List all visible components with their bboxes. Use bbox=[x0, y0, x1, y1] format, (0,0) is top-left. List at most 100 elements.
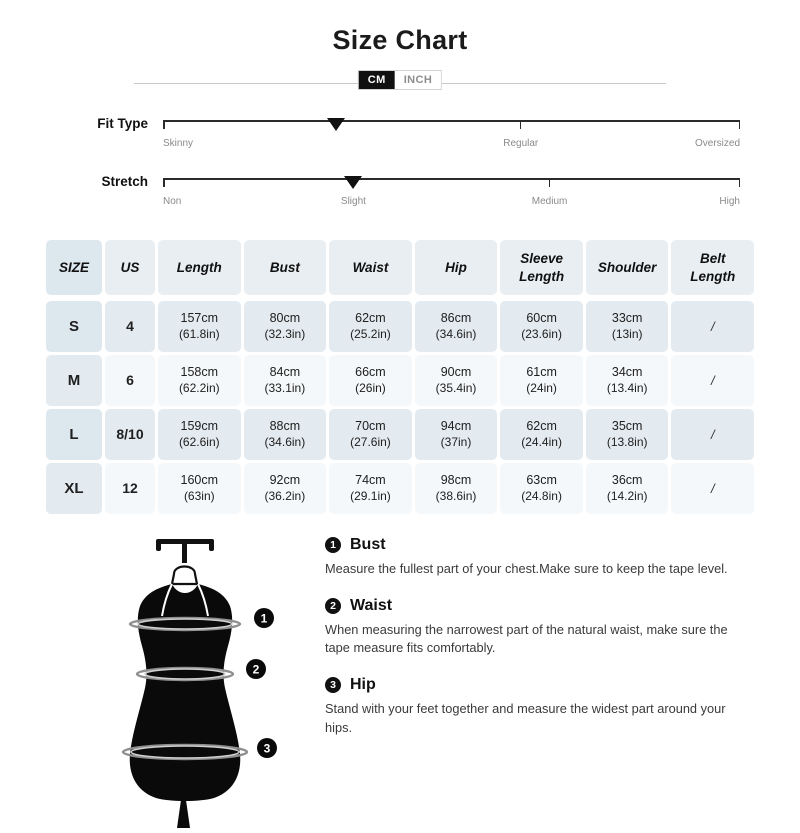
slider-thumb[interactable] bbox=[344, 176, 363, 189]
table-cell-measure: / bbox=[671, 301, 755, 352]
table-header-cell: Bust bbox=[243, 240, 327, 295]
dress-form-icon: 1 2 3 bbox=[121, 539, 277, 828]
slider-tick bbox=[738, 178, 740, 187]
slider-tick bbox=[163, 178, 165, 187]
table-header-cell: Length bbox=[158, 240, 241, 295]
table-cell-measure: / bbox=[671, 355, 755, 406]
slider-thumb[interactable] bbox=[327, 118, 346, 131]
table-cell-measure: 35cm (13.8in) bbox=[585, 409, 669, 460]
size-table: SIZE US Length Bust Waist Hip Sleeve Length Shou… bbox=[46, 240, 755, 514]
table-cell-measure: 98cm (38.6in) bbox=[414, 463, 498, 514]
slider-caption: Slight bbox=[340, 196, 366, 207]
mannequin-marker-3: 3 bbox=[257, 738, 277, 758]
table-cell-measure: 158cm (62.2in) bbox=[158, 355, 241, 406]
table-cell-measure: 70cm (27.6in) bbox=[329, 409, 412, 460]
table-cell-us: 8/10 bbox=[105, 409, 155, 460]
instruction-title: Hip bbox=[350, 676, 376, 694]
table-body: S 4 157cm (61.8in) 80cm (32.3in) 62cm (25.2in) 8… bbox=[46, 298, 755, 514]
table-cell-measure: 33cm (13in) bbox=[585, 301, 669, 352]
table-cell-size: S bbox=[46, 301, 102, 352]
slider-tick bbox=[548, 178, 551, 187]
svg-text:2: 2 bbox=[253, 663, 260, 677]
svg-text:3: 3 bbox=[264, 742, 271, 756]
instruction-number-badge: 2 bbox=[325, 597, 341, 614]
table-cell-us: 4 bbox=[105, 301, 155, 352]
table-cell-measure: / bbox=[671, 409, 755, 460]
table-cell-size: XL bbox=[46, 463, 102, 514]
instruction-list: 1 Bust Measure the fullest part of your ch… bbox=[325, 536, 748, 755]
unit-option-inch[interactable]: INCH bbox=[394, 71, 442, 89]
table-header-cell: Sleeve Length bbox=[500, 240, 583, 295]
slider-tick bbox=[738, 120, 740, 129]
unit-option-cm[interactable]: CM bbox=[358, 71, 395, 89]
table-cell-measure: 60cm (23.6in) bbox=[500, 301, 583, 352]
slider-stretch-label: Stretch bbox=[101, 174, 148, 189]
unit-toggle[interactable]: CM INCH bbox=[357, 70, 443, 90]
slider-stretch: Stretch Non Slight Medium High bbox=[0, 166, 800, 224]
instruction-heading: 3 Hip bbox=[325, 676, 748, 694]
slider-bar bbox=[163, 178, 740, 180]
slider-caption: Oversized bbox=[694, 138, 740, 149]
slider-section: Fit Type Skinny Regular Oversized Stretch … bbox=[0, 108, 800, 224]
table-cell-measure: 92cm (36.2in) bbox=[243, 463, 327, 514]
table-cell-measure: 159cm (62.6in) bbox=[158, 409, 241, 460]
mannequin-illustration: 1 2 3 bbox=[112, 528, 297, 828]
table-cell-measure: 36cm (14.2in) bbox=[585, 463, 669, 514]
table-header-cell: Shoulder bbox=[585, 240, 669, 295]
instruction-text: Measure the fullest part of your chest.M… bbox=[325, 561, 728, 576]
table-row: S 4 157cm (61.8in) 80cm (32.3in) 62cm (25.2in) 8… bbox=[46, 301, 755, 352]
slider-caption: High bbox=[719, 196, 740, 207]
slider-fit-type-track[interactable]: Skinny Regular Oversized bbox=[163, 108, 740, 166]
instruction-number-badge: 3 bbox=[325, 677, 341, 694]
table-header-cell: Belt Length bbox=[671, 240, 755, 295]
table-cell-size: L bbox=[46, 409, 102, 460]
slider-caption: Skinny bbox=[163, 138, 194, 149]
page-title: Size Chart bbox=[332, 25, 468, 55]
table-header-row: SIZE US Length Bust Waist Hip Sleeve Length Shou… bbox=[46, 240, 755, 295]
table-cell-measure: 61cm (24in) bbox=[500, 355, 583, 406]
table-cell-measure: 90cm (35.4in) bbox=[414, 355, 498, 406]
table-row: XL 12 160cm (63in) 92cm (36.2in) 74cm (29.1in) 9… bbox=[46, 463, 755, 514]
table-header-cell: SIZE bbox=[46, 240, 102, 295]
slider-fit-type-label: Fit Type bbox=[97, 116, 148, 131]
instruction-block: 2 Waist When measuring the narrowest part … bbox=[325, 597, 748, 658]
table-cell-measure: 86cm (34.6in) bbox=[414, 301, 498, 352]
table-cell-measure: 62cm (25.2in) bbox=[329, 301, 412, 352]
table-header-cell: Waist bbox=[329, 240, 412, 295]
unit-toggle-area: CM INCH bbox=[0, 70, 800, 92]
table-cell-measure: 84cm (33.1in) bbox=[243, 355, 327, 406]
instruction-block: 1 Bust Measure the fullest part of your ch… bbox=[325, 536, 748, 579]
instruction-heading: 1 Bust bbox=[325, 536, 748, 554]
instruction-number-badge: 1 bbox=[325, 537, 341, 553]
instruction-text: When measuring the narrowest part of the… bbox=[325, 621, 728, 656]
mannequin-marker-1: 1 bbox=[254, 608, 274, 628]
table-row: M 6 158cm (62.2in) 84cm (33.1in) 66cm (26in) 90c… bbox=[46, 355, 755, 406]
instruction-title: Bust bbox=[350, 536, 386, 553]
table-row: L 8/10 159cm (62.6in) 88cm (34.6in) 70cm (27.6i… bbox=[46, 409, 755, 460]
svg-text:1: 1 bbox=[261, 612, 268, 626]
table-cell-measure: / bbox=[671, 463, 755, 514]
instruction-block: 3 Hip Stand with your feet together and me… bbox=[325, 676, 748, 737]
measurement-guide: 1 2 3 1 Bust Measure the fullest part of y… bbox=[0, 528, 800, 828]
table-cell-measure: 62cm (24.4in) bbox=[500, 409, 583, 460]
table-cell-measure: 157cm (61.8in) bbox=[158, 301, 241, 352]
table-cell-measure: 74cm (29.1in) bbox=[329, 463, 412, 514]
table-header-cell: US bbox=[105, 240, 155, 295]
slider-tick bbox=[163, 120, 165, 129]
instruction-heading: 2 Waist bbox=[325, 597, 748, 615]
slider-fit-type: Fit Type Skinny Regular Oversized bbox=[0, 108, 800, 166]
table-cell-measure: 63cm (24.8in) bbox=[500, 463, 583, 514]
table-cell-size: M bbox=[46, 355, 102, 406]
slider-caption: Medium bbox=[531, 196, 568, 207]
table-header-cell: Hip bbox=[414, 240, 498, 295]
instruction-title: Waist bbox=[350, 596, 393, 614]
slider-stretch-track[interactable]: Non Slight Medium High bbox=[163, 166, 740, 224]
slider-bar bbox=[163, 120, 740, 122]
table-cell-measure: 88cm (34.6in) bbox=[243, 409, 327, 460]
slider-tick bbox=[519, 120, 522, 129]
table-cell-measure: 34cm (13.4in) bbox=[585, 355, 669, 406]
table-cell-measure: 66cm (26in) bbox=[329, 355, 412, 406]
slider-caption: Non bbox=[163, 196, 182, 207]
slider-caption: Regular bbox=[503, 138, 539, 149]
table-cell-measure: 94cm (37in) bbox=[414, 409, 498, 460]
